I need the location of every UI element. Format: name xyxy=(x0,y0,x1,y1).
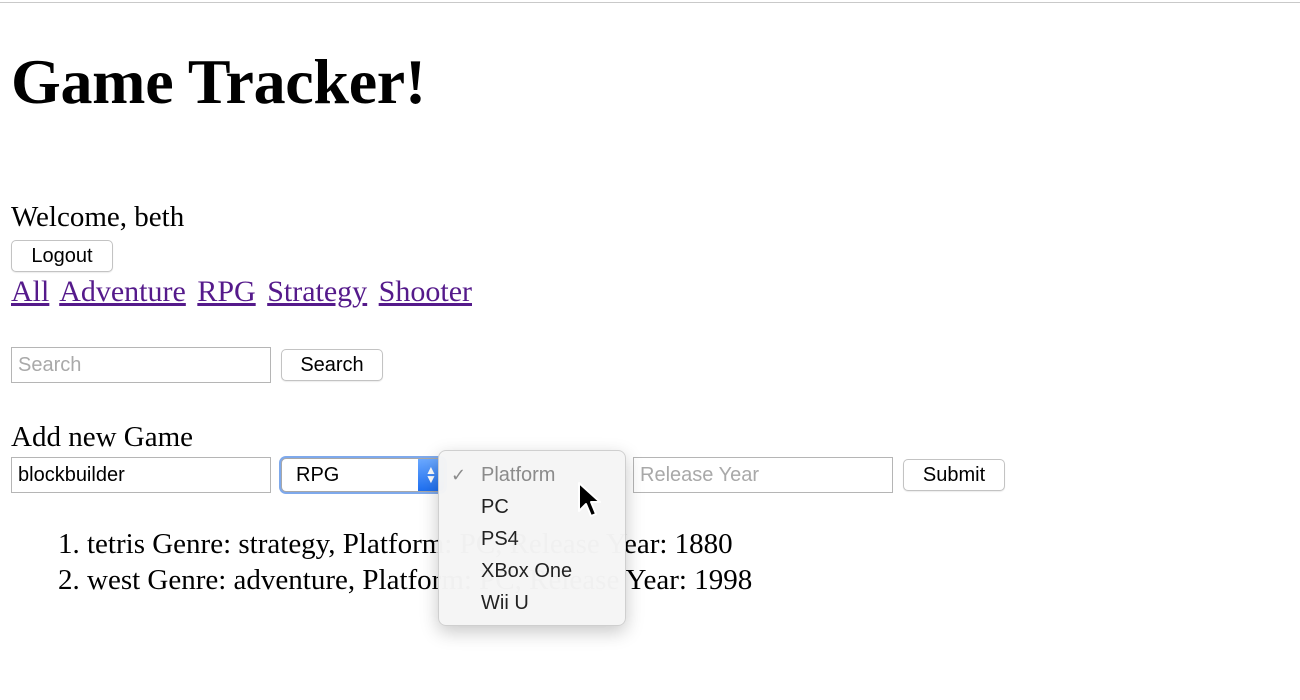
platform-option-label: PC xyxy=(481,496,509,518)
release-year-input[interactable]: Release Year xyxy=(633,457,893,493)
logout-button[interactable]: Logout xyxy=(11,240,113,272)
platform-dropdown-menu: ✓ Platform PC PS4 XBox One Wii U xyxy=(438,450,626,626)
list-item-text: tetris Genre: strategy, Platform: PC, Re… xyxy=(87,528,733,560)
game-list: 1. tetris Genre: strategy, Platform: PC,… xyxy=(58,526,752,598)
welcome-message: Welcome, beth xyxy=(11,200,184,234)
platform-option-label: XBox One xyxy=(481,560,573,582)
nav-link-all[interactable]: All xyxy=(11,275,49,308)
nav-link-adventure[interactable]: Adventure xyxy=(59,275,186,308)
submit-button[interactable]: Submit xyxy=(903,459,1005,491)
nav-link-strategy[interactable]: Strategy xyxy=(267,275,367,308)
list-item: 2. west Genre: adventure, Platform: PC, … xyxy=(58,562,752,598)
platform-option-xbox-one[interactable]: XBox One xyxy=(439,555,625,587)
genre-select-value: RPG xyxy=(296,463,340,486)
welcome-username: beth xyxy=(134,201,185,233)
search-button[interactable]: Search xyxy=(281,349,383,381)
genre-nav: All Adventure RPG Strategy Shooter xyxy=(11,274,476,310)
platform-option-ps4[interactable]: PS4 xyxy=(439,523,625,555)
nav-link-rpg[interactable]: RPG xyxy=(197,275,255,308)
platform-option-label: Platform xyxy=(481,464,556,486)
list-item-number: 1. xyxy=(58,528,80,560)
mouse-pointer-icon xyxy=(578,482,601,517)
page-title: Game Tracker! xyxy=(11,46,426,117)
genre-select[interactable]: RPG ▲ ▼ xyxy=(281,458,445,492)
platform-option-label: PS4 xyxy=(481,528,519,550)
list-item: 1. tetris Genre: strategy, Platform: PC,… xyxy=(58,526,752,562)
platform-option-label: Wii U xyxy=(481,592,529,614)
window-top-border xyxy=(0,2,1300,3)
platform-option-wii-u[interactable]: Wii U xyxy=(439,587,625,619)
search-input[interactable]: Search xyxy=(11,347,271,383)
list-item-number: 2. xyxy=(58,564,80,596)
add-game-heading: Add new Game xyxy=(11,421,194,453)
list-item-text: west Genre: adventure, Platform: PC, Rel… xyxy=(87,564,753,596)
checkmark-icon: ✓ xyxy=(451,465,467,485)
game-name-input[interactable]: blockbuilder xyxy=(11,457,271,493)
welcome-prefix: Welcome, xyxy=(11,201,135,233)
nav-link-shooter[interactable]: Shooter xyxy=(379,275,472,308)
